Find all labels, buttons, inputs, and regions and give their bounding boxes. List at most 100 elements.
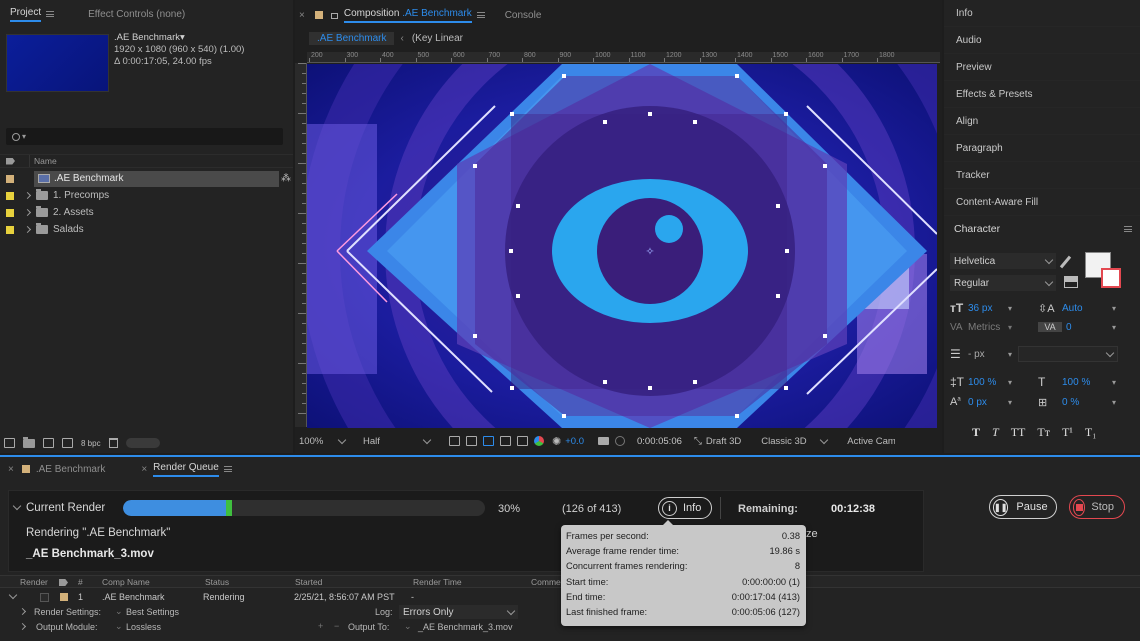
superscript-button[interactable]: T¹ [1062,425,1073,440]
expand-arrow-icon[interactable] [18,622,27,631]
composition-viewer[interactable]: ✧ [307,64,937,428]
tracking-value[interactable]: 0 [1066,322,1112,333]
panel-preview[interactable]: Preview [944,54,1140,81]
panel-tracker[interactable]: Tracker [944,162,1140,189]
chevron-down-icon[interactable] [8,590,18,600]
tsume-value[interactable]: 0 % [1062,397,1112,408]
fill-over-stroke-icon[interactable] [1064,276,1078,288]
column-comp-name[interactable]: Comp Name [102,577,150,587]
tab-composition[interactable]: Composition .AE Benchmark [338,5,491,25]
chevron-down-icon[interactable]: ▾ [1008,304,1038,313]
chevron-down-icon[interactable]: ▾ [1008,350,1018,359]
render-settings-dropdown-arrow[interactable]: ⌄ [115,606,123,617]
all-caps-button[interactable]: TT [1011,425,1026,440]
tab-render-queue[interactable]: Render Queue [147,459,238,479]
project-item[interactable]: 1. Precomps [0,187,293,204]
show-snapshot-icon[interactable] [614,436,625,446]
expand-arrow-icon[interactable] [23,191,32,200]
chevron-down-icon[interactable]: ▾ [1008,323,1038,332]
interpret-footage-icon[interactable] [4,438,15,448]
project-settings-icon[interactable] [62,438,73,448]
panel-content-aware-fill[interactable]: Content-Aware Fill [944,189,1140,216]
small-caps-button[interactable]: Tт [1037,425,1050,440]
label-tag-icon[interactable] [6,157,15,165]
search-dropdown-icon[interactable]: ▾ [22,132,26,141]
column-name[interactable]: Name [34,156,57,166]
render-checkbox[interactable] [40,593,49,602]
current-time-display[interactable]: 0:00:05:06 [637,436,682,447]
output-to-value[interactable]: _AE Benchmark_3.mov [418,622,513,632]
font-style-dropdown[interactable]: Regular [950,275,1056,291]
stroke-color-swatch[interactable] [1101,268,1121,288]
project-item[interactable]: .AE Benchmark ⁂ [0,170,293,187]
vertical-scale-value[interactable]: 100 % [968,377,1008,388]
chevron-down-icon[interactable]: ▾ [1008,398,1038,407]
vertical-ruler[interactable] [295,63,307,427]
render-settings-value[interactable]: Best Settings [126,607,179,617]
font-size-value[interactable]: 36 px [968,303,1008,314]
add-output-module-icon[interactable]: + [318,621,323,631]
label-color-swatch[interactable] [6,191,14,200]
output-module-dropdown-arrow[interactable]: ⌄ [115,621,123,632]
project-item[interactable]: Salads [0,221,293,238]
output-module-value[interactable]: Lossless [126,622,161,632]
horizontal-ruler[interactable]: 200 300 400 500 600 700 800 900 1000 1100 1200 1300… [307,52,940,63]
label-tag-icon[interactable] [59,579,68,586]
project-search-input[interactable]: ▾ [6,128,283,145]
panel-menu-icon[interactable] [46,11,55,17]
fast-previews-icon[interactable] [449,436,460,446]
label-color-swatch[interactable] [6,174,14,183]
column-status[interactable]: Status [205,577,229,587]
bpc-toggle[interactable]: 8 bpc [81,439,101,448]
breadcrumb-current[interactable]: .AE Benchmark [309,31,395,45]
font-family-dropdown[interactable]: Helvetica [950,253,1056,269]
tab-effect-controls[interactable]: Effect Controls (none) [82,4,191,24]
breadcrumb-next[interactable]: (Key Linear [412,33,463,44]
tab-ae-benchmark-timeline[interactable]: .AE Benchmark [30,459,111,479]
label-color-swatch[interactable] [6,225,14,234]
chevron-down-icon[interactable]: ▾ [1008,378,1038,387]
chevron-down-icon[interactable]: ▾ [1112,378,1116,387]
mask-visibility-icon[interactable] [500,436,511,446]
output-to-dropdown-arrow[interactable]: ⌄ [404,621,412,632]
panel-audio[interactable]: Audio [944,27,1140,54]
new-folder-icon[interactable] [23,436,35,448]
current-render-toggle[interactable]: Current Render [12,500,105,516]
close-tab-icon[interactable]: × [8,464,14,475]
column-comment[interactable]: Comme [531,577,561,587]
draft-3d-icon[interactable]: ⤡ [694,436,702,447]
transparency-grid-icon[interactable] [466,436,477,446]
panel-effects-presets[interactable]: Effects & Presets [944,81,1140,108]
info-button[interactable]: i Info [658,497,713,519]
project-item[interactable]: 2. Assets [0,204,293,221]
trash-icon[interactable] [108,438,118,448]
panel-menu-icon[interactable] [476,12,485,18]
stop-button[interactable]: Stop [1069,495,1125,519]
camera-view-dropdown[interactable]: Active Cam [847,436,895,447]
panel-info[interactable]: Info [944,0,1140,27]
lock-icon[interactable] [330,13,338,19]
stroke-width-value[interactable]: - px [968,349,1008,360]
flowchart-icon[interactable]: ⁂ [281,173,291,184]
dropdown-arrow-icon[interactable]: ▾ [180,32,185,43]
leading-value[interactable]: Auto [1062,303,1112,314]
kerning-value[interactable]: Metrics [968,322,1008,333]
remove-output-module-icon[interactable]: − [334,621,339,631]
chevron-down-icon[interactable]: ▾ [1112,398,1116,407]
tab-project[interactable]: Project [4,4,60,24]
thumbnail-slider[interactable] [125,438,160,448]
column-number[interactable]: # [78,577,83,587]
expand-arrow-icon[interactable] [18,607,27,616]
expand-arrow-icon[interactable] [23,225,32,234]
label-color-swatch[interactable] [60,593,68,601]
tab-console[interactable]: Console [499,5,548,25]
column-render-time[interactable]: Render Time [413,577,462,587]
horizontal-scale-value[interactable]: 100 % [1062,377,1112,388]
close-tab-icon[interactable]: × [299,10,305,21]
comp-title-row[interactable]: .AE Benchmark▾ [114,32,244,44]
stroke-style-dropdown[interactable] [1018,346,1118,362]
faux-italic-button[interactable]: T [992,425,999,440]
expand-arrow-icon[interactable] [23,208,32,217]
subscript-button[interactable]: T₁ [1085,425,1097,440]
snapshot-camera-icon[interactable] [597,437,609,445]
